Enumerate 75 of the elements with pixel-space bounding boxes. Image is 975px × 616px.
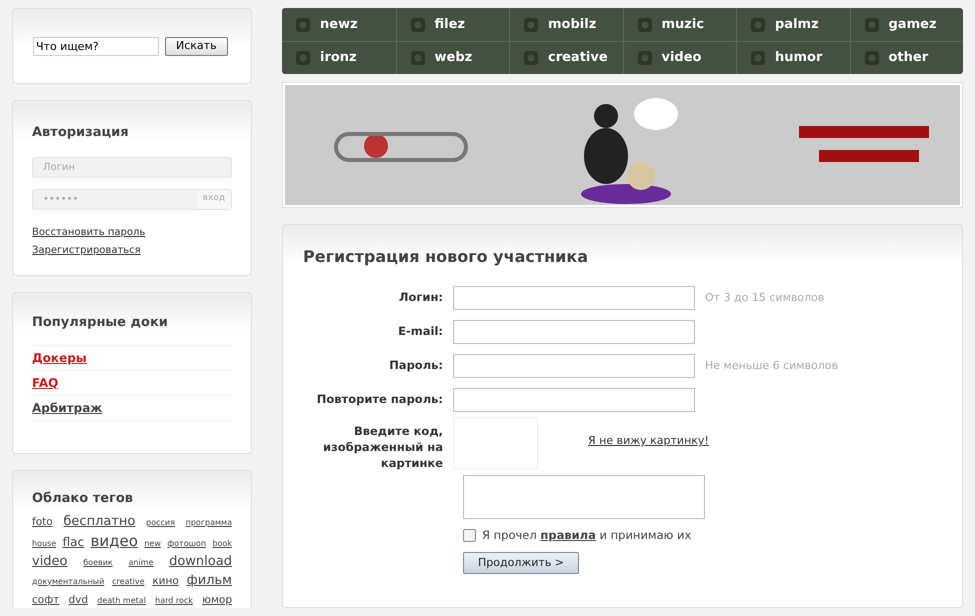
category-link[interactable]: creative: [509, 41, 622, 74]
tag-link[interactable]: видео: [90, 532, 138, 550]
tag-link[interactable]: софт: [32, 590, 60, 608]
captcha-field[interactable]: [463, 475, 705, 519]
tile-icon: [522, 49, 540, 67]
tag-link[interactable]: бесплатно: [63, 512, 136, 530]
category-link[interactable]: ironz: [282, 41, 396, 74]
category-link[interactable]: filez: [396, 8, 509, 41]
tag-link[interactable]: new: [144, 534, 161, 552]
field-hint: Не меньше 6 символов: [705, 358, 838, 374]
tile-icon: [862, 16, 880, 34]
tag-link[interactable]: документальный: [32, 572, 104, 590]
category-link[interactable]: mobilz: [509, 8, 622, 41]
category-link[interactable]: muzic: [622, 8, 736, 41]
tag-link[interactable]: dvd: [68, 590, 88, 608]
category-link[interactable]: newz: [282, 8, 396, 41]
tag-link[interactable]: фотошоп: [167, 534, 206, 552]
search-field[interactable]: Что ищем?: [33, 36, 159, 56]
tile-icon: [294, 49, 312, 67]
tag-link[interactable]: юмор: [202, 590, 232, 608]
tag-link[interactable]: россия: [146, 514, 175, 532]
auth-link[interactable]: Восстановить пароль: [32, 224, 146, 242]
text-field[interactable]: [453, 388, 695, 412]
doc-link[interactable]: Докеры: [32, 348, 87, 366]
category-link[interactable]: palmz: [736, 8, 850, 41]
agree-text: Я прочел правила и принимаю их: [482, 527, 692, 544]
category-link[interactable]: video: [622, 41, 736, 74]
login-field[interactable]: Логин: [32, 156, 232, 178]
category-link[interactable]: other: [850, 41, 963, 74]
field-label: Логин:: [398, 289, 444, 306]
tag-link[interactable]: death metal: [97, 592, 146, 608]
captcha-refresh-link[interactable]: Я не вижу картинку!: [588, 433, 709, 450]
tag-link[interactable]: video: [32, 552, 68, 570]
field-label: Повторите пароль:: [316, 391, 444, 408]
form-title: Регистрация нового участника: [303, 246, 590, 268]
auth-link[interactable]: Зарегистрироваться: [32, 242, 141, 260]
doc-link[interactable]: Арбитраж: [32, 398, 102, 416]
tag-link[interactable]: book: [212, 534, 232, 552]
category-link[interactable]: gamez: [850, 8, 963, 41]
tag-link[interactable]: фильм: [186, 572, 232, 590]
text-field[interactable]: [453, 320, 695, 344]
tag-link[interactable]: боевик: [83, 554, 113, 572]
field-label: Введите код, изображенный на картинке: [322, 423, 444, 471]
tag-link[interactable]: программа: [186, 514, 232, 532]
tag-link[interactable]: download: [169, 552, 232, 570]
tile-icon: [749, 16, 767, 34]
continue-button[interactable]: Продолжить >: [463, 552, 580, 574]
section-title: Авторизация: [32, 124, 130, 142]
tag-link[interactable]: house: [32, 534, 56, 552]
tile-icon: [522, 16, 540, 34]
tile-icon: [862, 49, 880, 67]
tile-icon: [749, 49, 767, 67]
text-field[interactable]: [453, 286, 695, 310]
agree-checkbox[interactable]: [463, 529, 476, 542]
tag-link[interactable]: flac: [62, 532, 84, 550]
section-title: Популярные доки: [32, 314, 169, 332]
tile-icon: [636, 49, 654, 67]
tile-icon: [294, 16, 312, 34]
doc-link[interactable]: FAQ: [32, 374, 58, 392]
tile-icon: [408, 49, 426, 67]
tag-link[interactable]: foto: [32, 512, 53, 530]
tile-icon: [636, 16, 654, 34]
text-field[interactable]: [453, 354, 695, 378]
field-label: Пароль:: [388, 357, 444, 374]
tag-link[interactable]: hard rock: [155, 592, 193, 608]
tile-icon: [408, 16, 426, 34]
field-hint: От 3 до 15 символов: [705, 290, 824, 306]
tag-link[interactable]: anime: [128, 554, 154, 572]
search-button[interactable]: Искать: [165, 36, 228, 56]
field-label: E-mail:: [397, 323, 444, 340]
tag-link[interactable]: creative: [112, 572, 145, 590]
category-link[interactable]: webz: [396, 41, 509, 74]
section-title: Облако тегов: [32, 490, 134, 508]
tag-link[interactable]: кино: [152, 572, 179, 590]
category-link[interactable]: humor: [736, 41, 850, 74]
